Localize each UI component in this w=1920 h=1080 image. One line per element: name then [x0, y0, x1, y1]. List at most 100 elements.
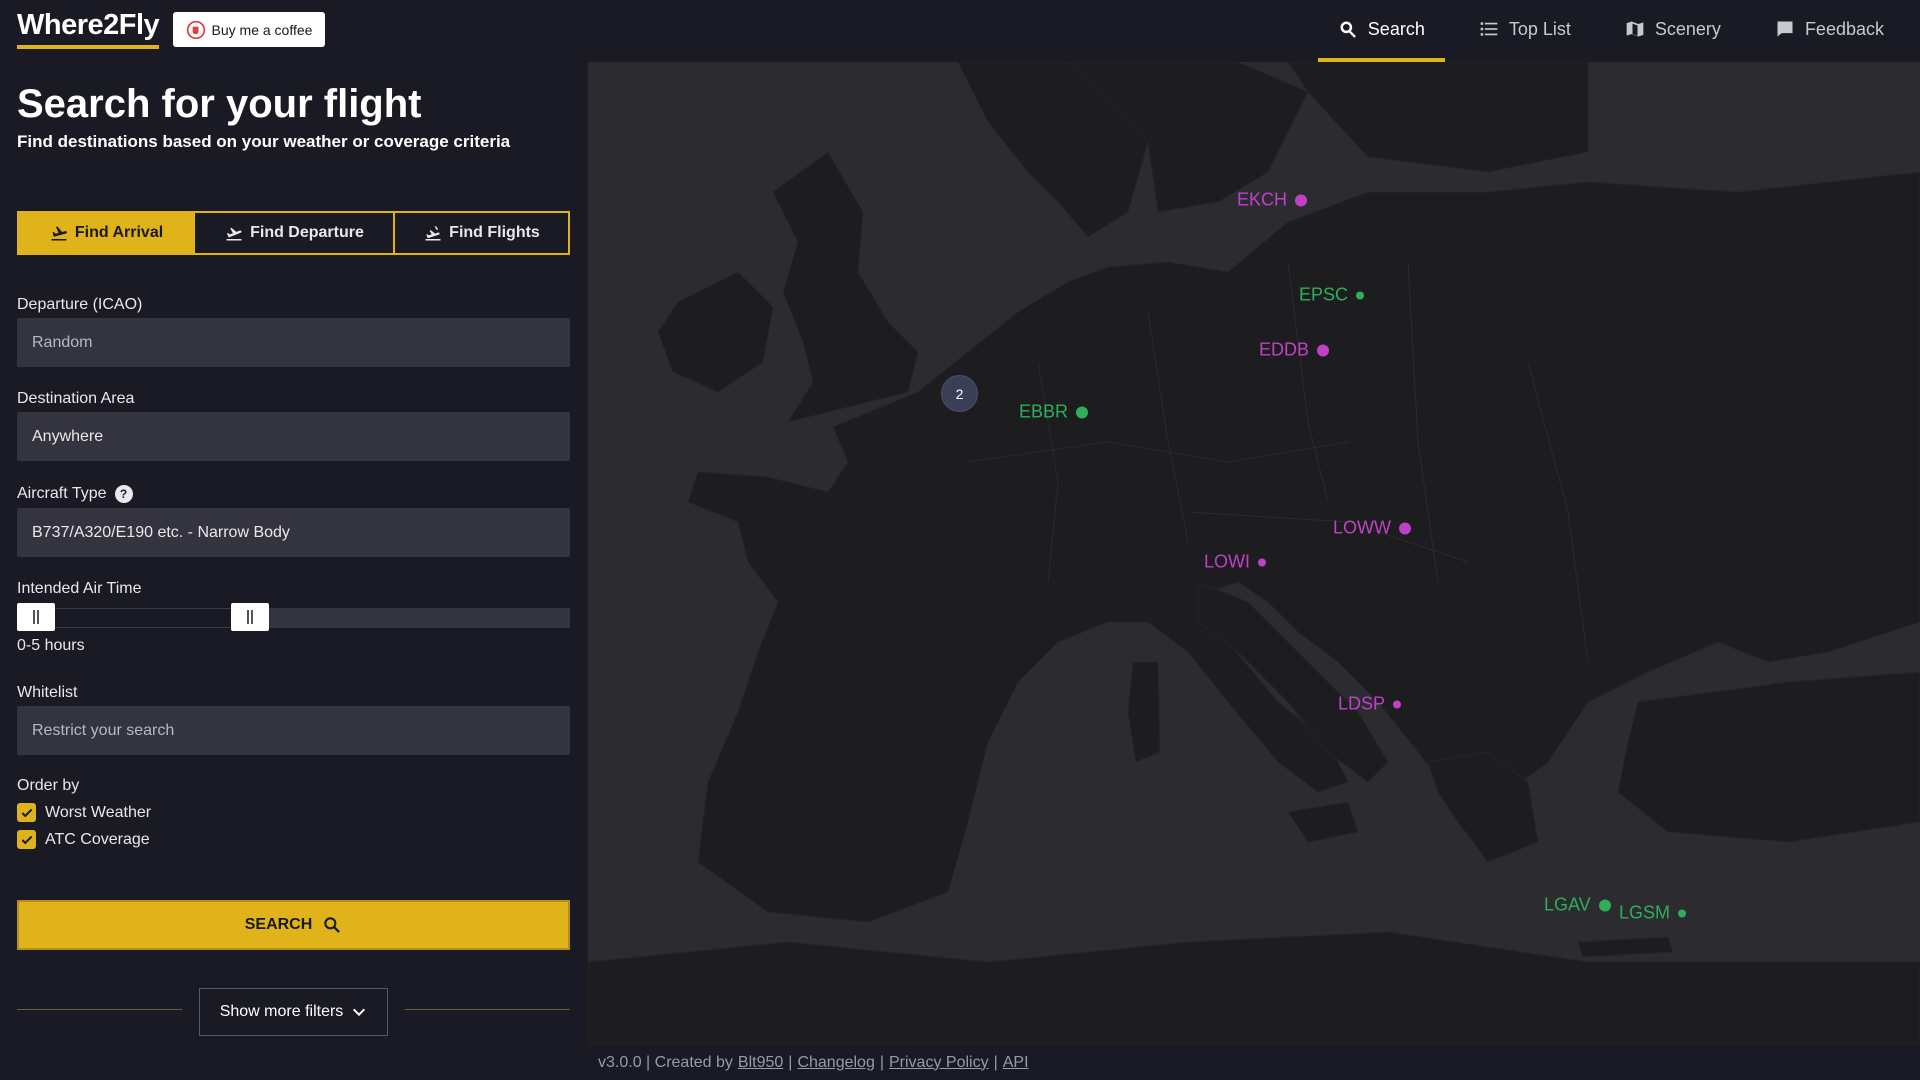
tab-find-arrival[interactable]: Find Arrival [19, 213, 195, 253]
tab-find-arrival-label: Find Arrival [74, 224, 164, 241]
marker-dot [1356, 291, 1365, 299]
airtime-slider[interactable] [17, 603, 570, 631]
nav-top-list-label: Top List [1508, 18, 1571, 39]
atc-coverage-checkbox[interactable] [17, 830, 36, 849]
marker-dot [1076, 406, 1089, 418]
check-icon [21, 835, 32, 844]
list-icon [1480, 22, 1498, 36]
airtime-label: Intended Air Time [17, 580, 142, 597]
search-button[interactable]: SEARCH [17, 900, 570, 950]
coffee-icon [186, 20, 205, 39]
worst-weather-checkbox[interactable] [17, 803, 36, 822]
marker-lowi[interactable]: LOWI [1204, 551, 1267, 573]
worst-weather-label: Worst Weather [45, 803, 152, 821]
nav-feedback-label: Feedback [1804, 18, 1884, 39]
marker-label: LOWW [1333, 517, 1391, 538]
whitelist-label: Whitelist [17, 684, 78, 701]
airtime-value: 0-5 hours [17, 637, 85, 654]
nav-search[interactable]: Search [1317, 0, 1445, 62]
nav-feedback[interactable]: Feedback [1755, 0, 1904, 62]
footer-separator: | [879, 1053, 884, 1071]
chat-icon [1777, 21, 1793, 37]
tab-find-departure[interactable]: Find Departure [195, 213, 395, 253]
airtime-max-handle[interactable] [231, 603, 269, 631]
marker-dot [1295, 194, 1308, 206]
marker-dot [1317, 344, 1330, 356]
check-icon [21, 808, 32, 817]
order-atc-coverage[interactable]: ATC Coverage [17, 830, 150, 849]
tab-find-flights-label: Find Flights [449, 224, 540, 241]
page-subtitle: Find destinations based on your weather … [17, 132, 511, 151]
footer-api-link[interactable]: API [1003, 1054, 1029, 1072]
app-logo[interactable]: Where2Fly [17, 9, 160, 49]
plane-departure-icon [226, 227, 242, 241]
show-more-filters-button[interactable]: Show more filters [199, 988, 388, 1036]
search-panel: Search for your flight Find destinations… [0, 62, 588, 1080]
aircraft-select[interactable]: B737/A320/E190 etc. - Narrow Body [17, 508, 570, 557]
tab-find-flights[interactable]: Find Flights [395, 213, 568, 253]
marker-label: LOWI [1204, 551, 1251, 572]
search-button-label: SEARCH [244, 916, 313, 933]
marker-epsc[interactable]: EPSC [1299, 284, 1365, 306]
nav-top-list[interactable]: Top List [1459, 0, 1591, 62]
plane-route-icon [425, 226, 441, 241]
marker-label: EPSC [1299, 284, 1349, 305]
marker-lgsm[interactable]: LGSM [1619, 902, 1687, 924]
departure-input[interactable] [17, 318, 570, 367]
search-mode-tabs: Find Arrival Find Departure Find Flights [17, 211, 570, 255]
marker-label: LGSM [1619, 902, 1671, 923]
marker-lgav[interactable]: LGAV [1544, 895, 1611, 916]
help-icon[interactable]: ? [114, 485, 133, 503]
footer-version: v3.0.0 | Created by [598, 1053, 733, 1071]
marker-ekch[interactable]: EKCH [1237, 189, 1308, 211]
marker-dot [1399, 522, 1411, 534]
page-title: Search for your flight [17, 82, 422, 126]
marker-dot [1678, 909, 1687, 917]
results-map[interactable]: 2 EKCH EPSC EDDB EBBR LOWW LOWI LDSP LGA… [588, 62, 1920, 1045]
marker-dot [1393, 700, 1402, 708]
divider-right [405, 1009, 570, 1010]
footer-changelog-link[interactable]: Changelog [797, 1054, 874, 1072]
aircraft-value: B737/A320/E190 etc. - Narrow Body [32, 523, 290, 541]
footer-separator: | [788, 1053, 793, 1071]
nav-scenery[interactable]: Scenery [1605, 0, 1741, 62]
footer-author-link[interactable]: Blt950 [738, 1054, 783, 1072]
main-nav: Search Top List Scenery Feedback [1304, 0, 1904, 62]
footer: v3.0.0 | Created by Blt950 | Changelog |… [588, 1045, 1920, 1080]
atc-coverage-label: ATC Coverage [45, 830, 150, 848]
tab-find-departure-label: Find Departure [250, 224, 364, 241]
map-icon [1626, 21, 1644, 37]
marker-loww[interactable]: LOWW [1333, 518, 1411, 539]
show-more-filters-label: Show more filters [219, 1003, 344, 1020]
footer-privacy-link[interactable]: Privacy Policy [889, 1054, 989, 1072]
aircraft-label: Aircraft Type [17, 485, 107, 503]
marker-label: LGAV [1544, 894, 1591, 915]
top-navigation: Where2Fly Buy me a coffee Search Top Lis… [0, 0, 1920, 62]
marker-eddb[interactable]: EDDB [1259, 340, 1330, 361]
map-cluster[interactable]: 2 [941, 375, 978, 412]
marker-label: EKCH [1237, 189, 1288, 210]
whitelist-input[interactable] [17, 706, 570, 755]
order-worst-weather[interactable]: Worst Weather [17, 803, 151, 822]
marker-dot [1598, 899, 1611, 911]
marker-label: LDSP [1338, 693, 1386, 714]
search-icon [324, 917, 341, 933]
departure-label: Departure (ICAO) [17, 296, 143, 313]
footer-separator: | [993, 1053, 998, 1071]
nav-scenery-label: Scenery [1654, 18, 1721, 39]
marker-dot [1258, 558, 1267, 566]
destination-value: Anywhere [32, 427, 104, 445]
buy-coffee-label: Buy me a coffee [211, 21, 313, 38]
buy-coffee-button[interactable]: Buy me a coffee [173, 12, 325, 47]
order-by-label: Order by [17, 777, 80, 794]
destination-label: Destination Area [17, 390, 135, 407]
nav-search-label: Search [1367, 18, 1425, 39]
aircraft-label-row: Aircraft Type? [17, 485, 133, 503]
plane-landing-icon [51, 226, 67, 241]
chevron-down-icon [353, 1008, 366, 1017]
marker-ldsp[interactable]: LDSP [1338, 693, 1402, 715]
search-icon [1340, 21, 1356, 38]
airtime-min-handle[interactable] [17, 603, 55, 631]
marker-ebbr[interactable]: EBBR [1019, 402, 1089, 423]
destination-select[interactable]: Anywhere [17, 412, 570, 461]
